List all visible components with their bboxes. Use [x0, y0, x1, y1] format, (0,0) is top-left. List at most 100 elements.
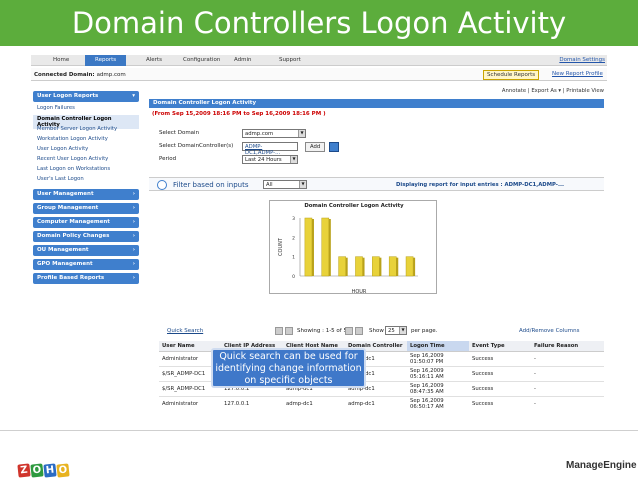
tab-admin[interactable]: Admin — [234, 57, 252, 63]
sidebar-item-recent-user-logon[interactable]: Recent User Logon Activity — [37, 156, 108, 162]
table-cell: Administrator — [159, 396, 221, 410]
page-size-dropdown[interactable]: 25 ▼ — [385, 326, 407, 335]
table-cell: - — [531, 351, 604, 367]
chevron-down-icon: ▼ — [299, 181, 306, 188]
sidebar: User Logon Reports ▾ Logon Failures Domai… — [31, 85, 141, 409]
select-dc-field[interactable]: ADMP-DC1,ADMP-... — [242, 142, 298, 156]
add-remove-columns-link[interactable]: Add/Remove Columns — [519, 328, 580, 334]
sidebar-head-label: Domain Policy Changes — [37, 233, 110, 239]
chevron-right-icon: › — [132, 219, 135, 225]
filter-dropdown[interactable]: All ▼ — [263, 180, 307, 189]
tab-reports[interactable]: Reports — [85, 55, 127, 66]
first-page-icon[interactable] — [275, 327, 283, 335]
sidebar-head-label: GPO Management — [37, 261, 93, 267]
sidebar-item-workstation[interactable]: Workstation Logon Activity — [37, 136, 108, 142]
chart-bar — [304, 217, 313, 277]
chevron-down-icon: ▼ — [298, 130, 305, 137]
period-label: Period — [159, 156, 177, 162]
top-nav: Home Reports Alerts Configuration Admin … — [31, 55, 607, 66]
sidebar-item-logon-failures[interactable]: Logon Failures — [37, 105, 75, 111]
x-axis-title: HOUR — [352, 289, 367, 295]
connected-domain-bar: Connected Domain: admp.com Schedule Repo… — [31, 68, 607, 81]
tab-support[interactable]: Support — [279, 57, 301, 63]
table-cell: - — [531, 381, 604, 397]
report-panel-title: Domain Controller Logon Activity — [149, 99, 604, 108]
page-size-value: 25 — [388, 328, 395, 334]
col-event-type[interactable]: Event Type — [469, 341, 531, 352]
col-failure-reason[interactable]: Failure Reason — [531, 341, 604, 352]
sidebar-item-last-logon-workstations[interactable]: Last Logon on Workstations — [37, 166, 110, 172]
sidebar-head-label: Computer Management — [37, 219, 110, 225]
tab-home[interactable]: Home — [53, 57, 69, 63]
chart-bar-side — [311, 219, 314, 276]
zoho-letter: O — [56, 463, 70, 478]
sidebar-head-user-management[interactable]: User Management › — [33, 189, 139, 200]
next-page-icon[interactable] — [345, 327, 353, 335]
chart-bar — [321, 217, 330, 277]
domain-settings-link[interactable]: Domain Settings — [559, 57, 605, 63]
table-cell: Success — [469, 366, 531, 382]
show-label: Show — [369, 328, 384, 334]
prev-page-icon[interactable] — [285, 327, 293, 335]
table-cell: Sep 16,2009 01:50:07 PM — [407, 351, 469, 367]
sidebar-head-user-logon-reports[interactable]: User Logon Reports ▾ — [33, 91, 139, 102]
chevron-right-icon: › — [132, 275, 135, 281]
sidebar-head-label: User Logon Reports — [37, 93, 99, 99]
footer-divider — [0, 430, 638, 431]
printable-view-link[interactable]: Printable View — [566, 88, 604, 94]
chevron-right-icon: › — [132, 191, 135, 197]
y-tick-label: 2 — [292, 235, 295, 241]
period-value: Last 24 Hours — [245, 157, 282, 163]
select-domain-dropdown[interactable]: admp.com ▼ — [242, 129, 306, 138]
sidebar-head-profile-reports[interactable]: Profile Based Reports › — [33, 273, 139, 284]
chart-bar — [355, 256, 363, 277]
filter-bar: Filter based on inputs All ▼ Displaying r… — [149, 177, 604, 191]
table-cell: Sep 16,2009 06:50:17 AM — [407, 396, 469, 410]
chevron-down-icon: ▾ — [132, 93, 135, 99]
sidebar-head-gpo-management[interactable]: GPO Management › — [33, 259, 139, 270]
chevron-right-icon: › — [132, 261, 135, 267]
chart-bar-side — [328, 219, 331, 276]
annotate-link[interactable]: Annotate | — [502, 88, 530, 94]
filter-value: All — [266, 182, 273, 188]
add-dc-button[interactable]: Add — [305, 142, 326, 152]
export-as-menu[interactable]: Export As ▾ | — [531, 88, 564, 94]
per-page-label: per page. — [411, 328, 438, 334]
table-cell: - — [531, 396, 604, 410]
chart-bar-side — [396, 257, 399, 276]
connected-domain-value: admp.com — [96, 72, 126, 78]
schedule-reports-button[interactable]: Schedule Reports — [483, 70, 540, 80]
sidebar-head-label: Profile Based Reports — [37, 275, 105, 281]
manageengine-text: ManageEngine — [566, 460, 637, 471]
chart-bar-side — [413, 257, 416, 276]
col-logon-time[interactable]: Logon Time — [407, 341, 469, 352]
table-cell: admp-dc1 — [283, 396, 345, 410]
y-tick-label: 3 — [292, 216, 295, 222]
sidebar-item-member-server[interactable]: Member Server Logon Activity — [37, 126, 117, 132]
sidebar-item-user-logon[interactable]: User Logon Activity — [37, 146, 88, 152]
filter-toggle-icon[interactable] — [157, 180, 167, 190]
chart-bar — [372, 256, 380, 277]
filter-label: Filter based on inputs — [173, 181, 249, 189]
last-page-icon[interactable] — [355, 327, 363, 335]
report-toolbar: Annotate | Export As ▾ | Printable View — [502, 88, 604, 94]
select-dc-label: Select DomainController(s) — [159, 143, 234, 149]
app-screenshot: Home Reports Alerts Configuration Admin … — [31, 55, 607, 410]
sidebar-head-ou-management[interactable]: OU Management › — [33, 245, 139, 256]
new-report-profile-link[interactable]: New Report Profile — [552, 71, 603, 77]
table-row[interactable]: Administrator127.0.0.1admp-dc1admp-dc1Se… — [159, 396, 604, 410]
sidebar-head-computer-management[interactable]: Computer Management › — [33, 217, 139, 228]
table-cell: Success — [469, 396, 531, 410]
chart-svg: 0 1 2 3 HOUR COUNT — [278, 216, 418, 295]
tab-alerts[interactable]: Alerts — [146, 57, 162, 63]
chart-bar-side — [379, 257, 382, 276]
chevron-down-icon: ▼ — [290, 156, 297, 163]
quick-search-link[interactable]: Quick Search — [167, 328, 203, 334]
sidebar-head-group-management[interactable]: Group Management › — [33, 203, 139, 214]
connected-domain-label: Connected Domain: — [34, 72, 95, 78]
sidebar-item-users-last-logon[interactable]: User's Last Logon — [37, 176, 84, 182]
sidebar-head-domain-policy[interactable]: Domain Policy Changes › — [33, 231, 139, 242]
tab-configuration[interactable]: Configuration — [183, 57, 220, 63]
period-dropdown[interactable]: Last 24 Hours ▼ — [242, 155, 298, 164]
add-icon[interactable] — [329, 142, 339, 152]
